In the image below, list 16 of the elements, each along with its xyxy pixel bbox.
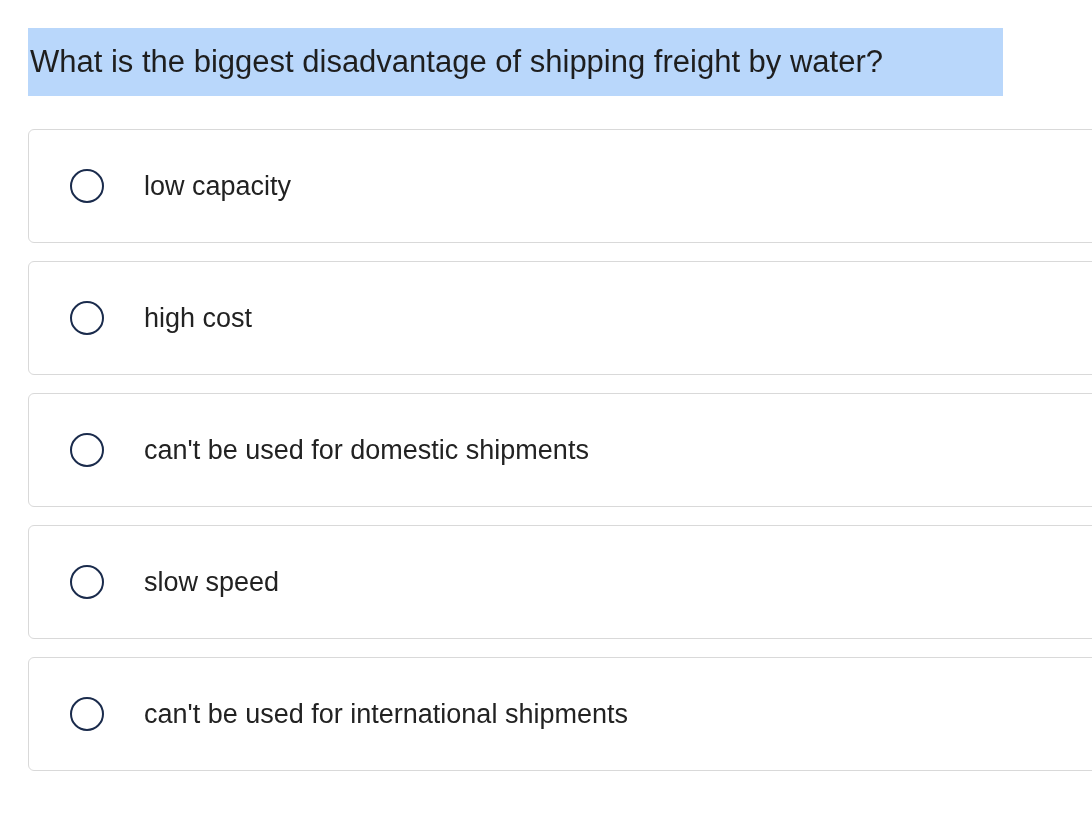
radio-button[interactable] [70, 433, 104, 467]
answer-option[interactable]: slow speed [28, 525, 1092, 639]
answer-option[interactable]: can't be used for domestic shipments [28, 393, 1092, 507]
question-text: What is the biggest disadvantage of shipping freight by water? [28, 28, 1003, 96]
radio-button[interactable] [70, 301, 104, 335]
option-label: high cost [144, 302, 253, 334]
radio-button[interactable] [70, 169, 104, 203]
answer-option[interactable]: high cost [28, 261, 1092, 375]
option-label: can't be used for domestic shipments [144, 434, 589, 466]
answer-option[interactable]: low capacity [28, 129, 1092, 243]
option-label: slow speed [144, 566, 280, 598]
option-label: can't be used for international shipments [144, 698, 628, 730]
option-label: low capacity [144, 170, 292, 202]
answer-option[interactable]: can't be used for international shipments [28, 657, 1092, 771]
radio-button[interactable] [70, 697, 104, 731]
radio-button[interactable] [70, 565, 104, 599]
